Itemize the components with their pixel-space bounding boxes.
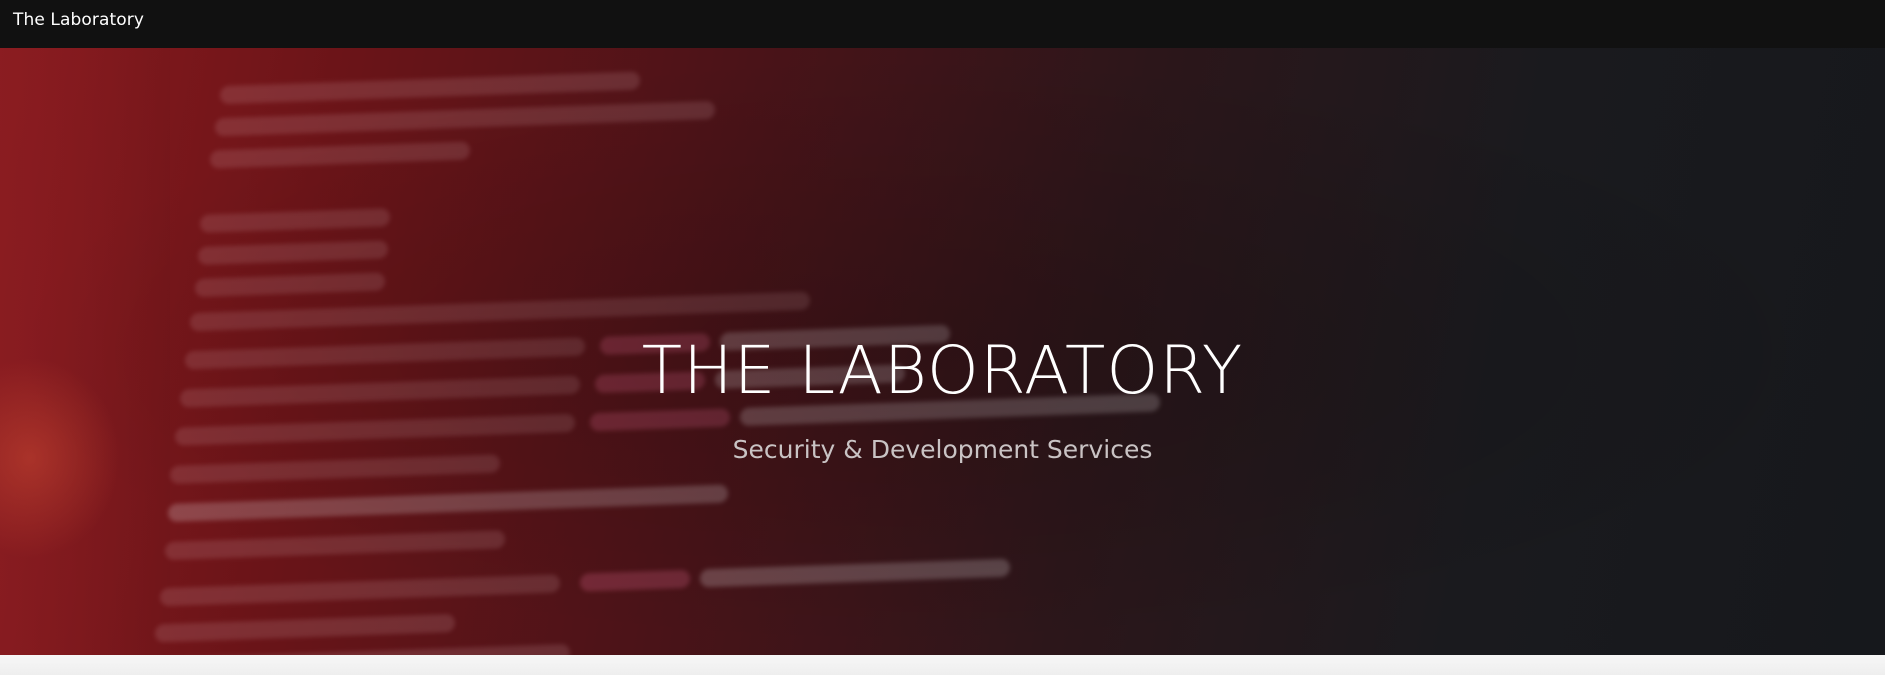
hero-title: THE LABORATORY (641, 332, 1244, 409)
hero-subtitle: Security & Development Services (732, 435, 1153, 464)
page-content-edge (0, 655, 1885, 675)
top-navbar: The Laboratory (0, 0, 1885, 48)
brand-link[interactable]: The Laboratory (13, 10, 144, 30)
hero-banner: THE LABORATORY Security & Development Se… (0, 48, 1885, 655)
